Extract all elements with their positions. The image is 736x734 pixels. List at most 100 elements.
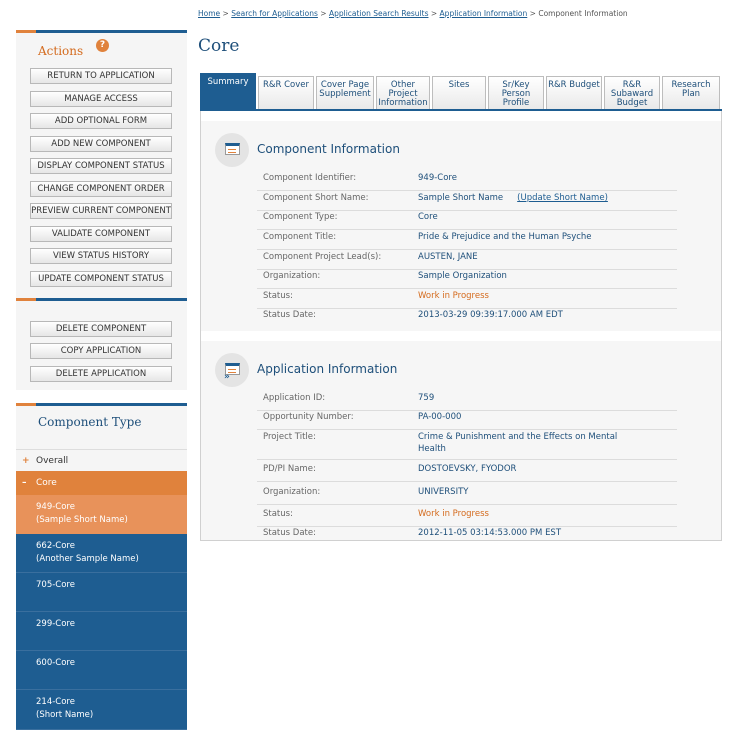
- update-short-name-link[interactable]: (Update Short Name): [517, 193, 608, 203]
- tab-rr-cover[interactable]: R&R Cover: [258, 76, 314, 109]
- info-label: Component Title:: [263, 232, 337, 242]
- change-component-order-button[interactable]: CHANGE COMPONENT ORDER: [30, 181, 172, 197]
- view-status-history-button[interactable]: VIEW STATUS HISTORY: [30, 248, 172, 264]
- info-row-pd-pi-name: PD/PI Name: DOSTOEVSKY, FYODOR: [257, 463, 677, 482]
- info-label: PD/PI Name:: [263, 464, 316, 474]
- info-label: Organization:: [263, 271, 321, 281]
- status-value: Work in Progress: [418, 509, 489, 519]
- breadcrumb: Home > Search for Applications > Applica…: [198, 9, 628, 18]
- info-value: UNIVERSITY: [418, 487, 469, 497]
- tab-label: R&R Budget: [548, 80, 600, 90]
- add-optional-form-button[interactable]: ADD OPTIONAL FORM: [30, 113, 172, 129]
- info-label: Status:: [263, 291, 293, 301]
- status-value: Work in Progress: [418, 291, 489, 301]
- info-value: 2012-11-05 03:14:53.000 PM EST: [418, 528, 562, 538]
- delete-application-button[interactable]: DELETE APPLICATION: [30, 366, 172, 382]
- info-row-project-title: Project Title: Crime & Punishment and th…: [257, 431, 677, 460]
- info-value: DOSTOEVSKY, FYODOR: [418, 464, 517, 474]
- tree-item-id: 662-Core: [36, 541, 75, 551]
- info-value: AUSTEN, JANE: [418, 252, 478, 262]
- breadcrumb-results-link[interactable]: Application Search Results: [329, 9, 429, 18]
- expand-icon[interactable]: +: [22, 455, 30, 468]
- tree-item-id: 299-Core: [36, 619, 75, 629]
- tab-rr-budget[interactable]: R&R Budget: [546, 76, 602, 109]
- tree-node-overall[interactable]: + Overall: [16, 449, 187, 471]
- tree-node-label: Core: [36, 478, 57, 488]
- tree-item-214-core[interactable]: 214-Core (Short Name): [16, 690, 187, 730]
- document-icon: [215, 133, 249, 167]
- summary-panel: Component Information Component Identifi…: [200, 111, 722, 541]
- tree-item-299-core[interactable]: 299-Core: [16, 612, 187, 651]
- info-label: Status Date:: [263, 528, 316, 538]
- breadcrumb-home-link[interactable]: Home: [198, 9, 220, 18]
- page-title: Core: [198, 36, 240, 56]
- tab-summary[interactable]: Summary: [200, 73, 256, 110]
- breadcrumb-search-link[interactable]: Search for Applications: [231, 9, 318, 18]
- tree-item-949-core[interactable]: 949-Core (Sample Short Name): [16, 495, 187, 534]
- info-value: 2013-03-29 09:39:17.000 AM EDT: [418, 310, 563, 320]
- tab-label: Sites: [448, 80, 470, 90]
- info-row-component-title: Component Title: Pride & Prejudice and t…: [257, 231, 677, 250]
- info-label: Component Project Lead(s):: [263, 252, 382, 262]
- breadcrumb-application-info-link[interactable]: Application Information: [440, 9, 528, 18]
- info-row-organization: Organization: Sample Organization: [257, 270, 677, 289]
- application-document-icon: »: [215, 353, 249, 387]
- info-row-component-type: Component Type: Core: [257, 211, 677, 230]
- update-component-status-button[interactable]: UPDATE COMPONENT STATUS: [30, 271, 172, 287]
- delete-component-button[interactable]: DELETE COMPONENT: [30, 321, 172, 337]
- breadcrumb-current: Component Information: [538, 9, 628, 18]
- info-row-app-status: Status: Work in Progress: [257, 508, 677, 527]
- info-value: Core: [418, 212, 438, 222]
- info-value: 949-Core: [418, 173, 457, 183]
- tree-item-705-core[interactable]: 705-Core: [16, 573, 187, 612]
- info-label: Component Identifier:: [263, 173, 357, 183]
- tab-label: Budget: [616, 98, 648, 108]
- tab-label: Plan: [681, 89, 701, 99]
- copy-application-button[interactable]: COPY APPLICATION: [30, 343, 172, 359]
- info-value: 759: [418, 393, 435, 403]
- tree-node-label: Overall: [36, 456, 69, 466]
- tree-item-short-name: (Short Name): [36, 710, 94, 720]
- danger-topbar: [16, 298, 187, 301]
- display-component-status-button[interactable]: DISPLAY COMPONENT STATUS: [30, 158, 172, 174]
- actions-topbar: [16, 30, 187, 33]
- info-value: Pride & Prejudice and the Human Psyche: [418, 232, 592, 242]
- info-value: Sample Organization: [418, 271, 507, 281]
- manage-access-button[interactable]: MANAGE ACCESS: [30, 91, 172, 107]
- component-type-topbar: [16, 403, 187, 406]
- add-new-component-button[interactable]: ADD NEW COMPONENT: [30, 136, 172, 152]
- tab-rr-subaward-budget[interactable]: R&R Subaward Budget: [604, 76, 660, 109]
- info-row-component-identifier: Component Identifier: 949-Core: [257, 172, 677, 191]
- tree-item-id: 949-Core: [36, 502, 75, 512]
- info-row-app-status-date: Status Date: 2012-11-05 03:14:53.000 PM …: [257, 527, 677, 540]
- info-label: Status Date:: [263, 310, 316, 320]
- collapse-icon[interactable]: –: [22, 477, 27, 490]
- info-label: Component Type:: [263, 212, 338, 222]
- tab-sites[interactable]: Sites: [432, 76, 486, 109]
- component-info-title: Component Information: [257, 142, 400, 156]
- info-row-application-id: Application ID: 759: [257, 392, 677, 411]
- tab-label: Summary: [207, 77, 249, 87]
- sidebar: Actions ? RETURN TO APPLICATION MANAGE A…: [16, 0, 187, 734]
- tab-other-project-information[interactable]: Other Project Information: [376, 76, 430, 109]
- tree-node-core[interactable]: – Core: [16, 471, 187, 495]
- tab-research-plan[interactable]: Research Plan: [662, 76, 720, 109]
- tree-item-600-core[interactable]: 600-Core: [16, 651, 187, 690]
- tab-cover-page-supplement[interactable]: Cover Page Supplement: [316, 76, 374, 109]
- info-value: PA-00-000: [418, 412, 462, 422]
- info-value: Crime & Punishment and the Effects on Me…: [418, 432, 618, 442]
- actions-title: Actions: [38, 44, 84, 58]
- tree-item-short-name: (Another Sample Name): [36, 554, 139, 564]
- tree-item-662-core[interactable]: 662-Core (Another Sample Name): [16, 534, 187, 573]
- preview-current-component-button[interactable]: PREVIEW CURRENT COMPONENT: [30, 203, 172, 219]
- info-label: Organization:: [263, 487, 321, 497]
- info-value-continued: Health: [418, 444, 446, 454]
- help-icon[interactable]: ?: [96, 39, 109, 52]
- tab-bar: Summary R&R Cover Cover Page Supplement …: [200, 73, 722, 110]
- tab-sr-key-person-profile[interactable]: Sr/Key Person Profile: [488, 76, 544, 109]
- info-label: Project Title:: [263, 432, 316, 442]
- info-row-status: Status: Work in Progress: [257, 290, 677, 309]
- return-to-application-button[interactable]: RETURN TO APPLICATION: [30, 68, 172, 84]
- info-row-status-date: Status Date: 2013-03-29 09:39:17.000 AM …: [257, 309, 677, 328]
- validate-component-button[interactable]: VALIDATE COMPONENT: [30, 226, 172, 242]
